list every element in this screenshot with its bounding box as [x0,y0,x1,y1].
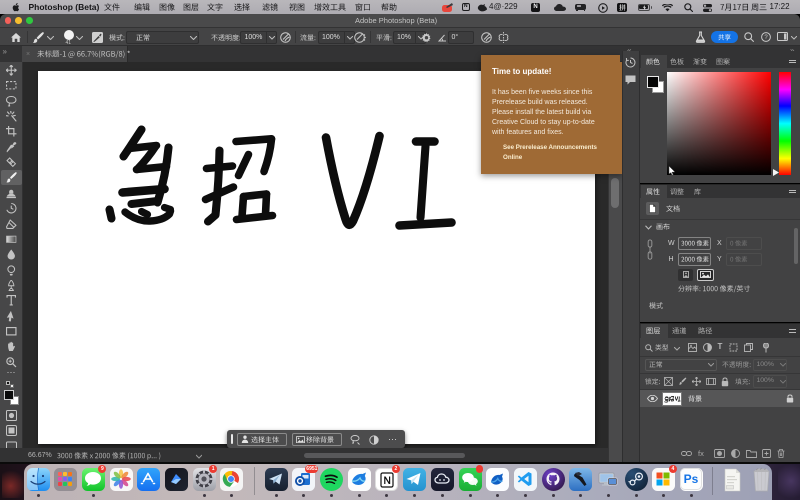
svg-text:?: ? [764,35,768,41]
